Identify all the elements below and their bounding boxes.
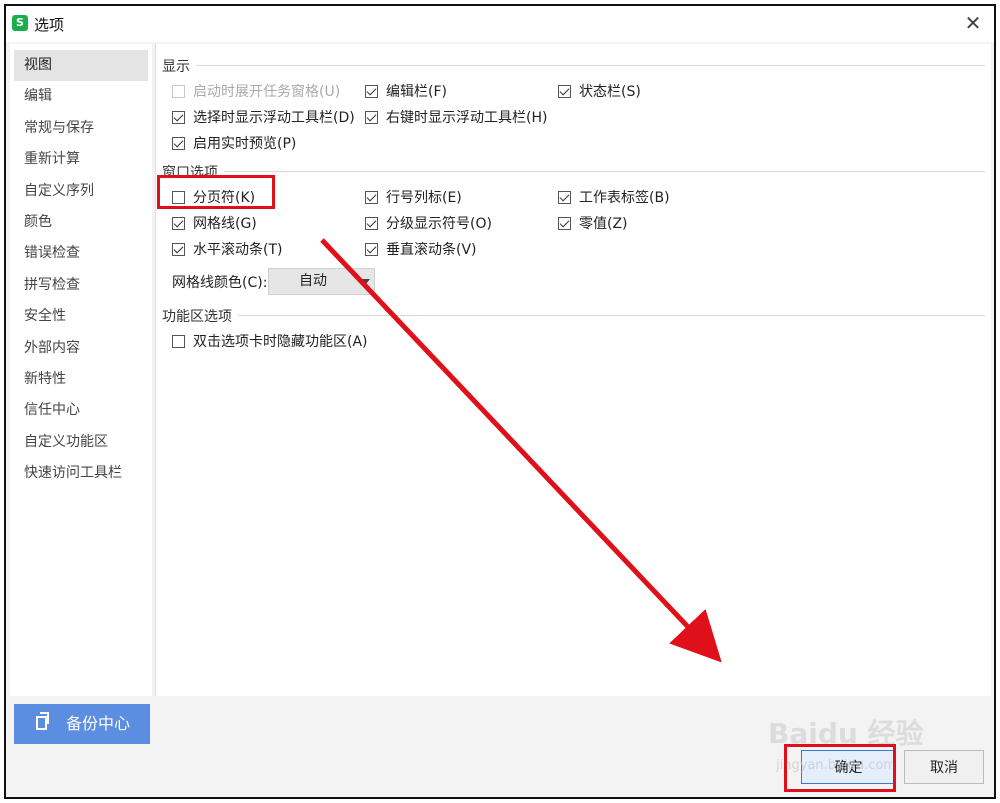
option-gridlines[interactable]: 网格线(G) (172, 214, 257, 234)
checkbox-status-bar[interactable] (558, 85, 571, 98)
checkbox-horizontal-scrollbar[interactable] (172, 243, 185, 256)
option-row-col-headers[interactable]: 行号列标(E) (365, 188, 462, 208)
gridline-color-select[interactable]: 自动 (268, 268, 375, 295)
section-divider (196, 65, 985, 66)
checkbox-floating-toolbar-rightclick[interactable] (365, 111, 378, 124)
cancel-button[interactable]: 取消 (904, 750, 984, 784)
option-floating-toolbar-select[interactable]: 选择时显示浮动工具栏(D) (172, 108, 355, 128)
options-dialog: S 选项 ✕ 视图 编辑 常规与保存 重新计算 自定义序列 颜色 错误检查 拼写… (4, 4, 996, 799)
gridline-color-label: 网格线颜色(C): (172, 275, 268, 291)
checkbox-formula-bar[interactable] (365, 85, 378, 98)
watermark-url: jingyan.baidu.com (776, 758, 896, 773)
option-hide-ribbon-doubleclick[interactable]: 双击选项卡时隐藏功能区(A) (172, 332, 368, 352)
option-vertical-scrollbar[interactable]: 垂直滚动条(V) (365, 240, 477, 260)
sidebar-item-general-save[interactable]: 常规与保存 (10, 113, 152, 144)
sidebar-item-new-features[interactable]: 新特性 (10, 364, 152, 395)
option-zero-values[interactable]: 零值(Z) (558, 214, 628, 234)
section-title-window: 窗口选项 (162, 165, 218, 181)
option-page-breaks[interactable]: 分页符(K) (172, 188, 255, 208)
section-title-ribbon: 功能区选项 (162, 309, 232, 325)
sidebar-item-view[interactable]: 视图 (14, 50, 148, 82)
checkbox-live-preview[interactable] (172, 137, 185, 150)
section-divider (238, 315, 985, 316)
backup-center-label: 备份中心 (66, 714, 131, 733)
chevron-down-icon (362, 279, 370, 284)
close-icon[interactable]: ✕ (962, 12, 984, 34)
option-outline-symbols[interactable]: 分级显示符号(O) (365, 214, 492, 234)
option-horizontal-scrollbar[interactable]: 水平滚动条(T) (172, 240, 282, 260)
sidebar-item-edit[interactable]: 编辑 (10, 81, 152, 112)
wps-app-icon: S (12, 15, 28, 31)
watermark-logo: Baidu 经验 (768, 717, 924, 750)
checkbox-sheet-tabs[interactable] (558, 191, 571, 204)
option-floating-toolbar-rightclick[interactable]: 右键时显示浮动工具栏(H) (365, 108, 547, 128)
view-options-panel: 显示 启动时展开任务窗格(U) 编辑栏(F) 状态栏(S) 选择时显示浮动工具栏… (155, 44, 991, 696)
sidebar-item-trust-center[interactable]: 信任中心 (10, 395, 152, 426)
backup-icon (36, 712, 49, 730)
sidebar-item-external-content[interactable]: 外部内容 (10, 333, 152, 364)
sidebar-item-security[interactable]: 安全性 (10, 301, 152, 332)
sidebar-item-color[interactable]: 颜色 (10, 207, 152, 238)
section-title-display: 显示 (162, 59, 190, 75)
sidebar-item-quick-access-toolbar[interactable]: 快速访问工具栏 (10, 458, 152, 489)
section-divider (224, 171, 985, 172)
checkbox-page-breaks[interactable] (172, 191, 185, 204)
checkbox-gridlines[interactable] (172, 217, 185, 230)
sidebar-item-custom-ribbon[interactable]: 自定义功能区 (10, 427, 152, 458)
dialog-title: 选项 (34, 16, 65, 34)
checkbox-expand-task-pane[interactable] (172, 85, 185, 98)
option-status-bar[interactable]: 状态栏(S) (558, 82, 641, 102)
backup-center-button[interactable]: 备份中心 (14, 704, 150, 744)
checkbox-hide-ribbon-doubleclick[interactable] (172, 335, 185, 348)
checkbox-floating-toolbar-select[interactable] (172, 111, 185, 124)
sidebar-item-error-check[interactable]: 错误检查 (10, 238, 152, 269)
title-bar: S 选项 ✕ (6, 6, 994, 42)
sidebar-item-recalculate[interactable]: 重新计算 (10, 144, 152, 175)
checkbox-outline-symbols[interactable] (365, 217, 378, 230)
checkbox-vertical-scrollbar[interactable] (365, 243, 378, 256)
checkbox-row-col-headers[interactable] (365, 191, 378, 204)
option-expand-task-pane[interactable]: 启动时展开任务窗格(U) (172, 82, 340, 102)
gridline-color-value: 自动 (299, 273, 327, 289)
options-sidebar: 视图 编辑 常规与保存 重新计算 自定义序列 颜色 错误检查 拼写检查 安全性 … (10, 44, 152, 696)
sidebar-item-spell-check[interactable]: 拼写检查 (10, 270, 152, 301)
option-formula-bar[interactable]: 编辑栏(F) (365, 82, 447, 102)
checkbox-zero-values[interactable] (558, 217, 571, 230)
option-sheet-tabs[interactable]: 工作表标签(B) (558, 188, 670, 208)
sidebar-item-custom-lists[interactable]: 自定义序列 (10, 176, 152, 207)
option-live-preview[interactable]: 启用实时预览(P) (172, 134, 296, 154)
